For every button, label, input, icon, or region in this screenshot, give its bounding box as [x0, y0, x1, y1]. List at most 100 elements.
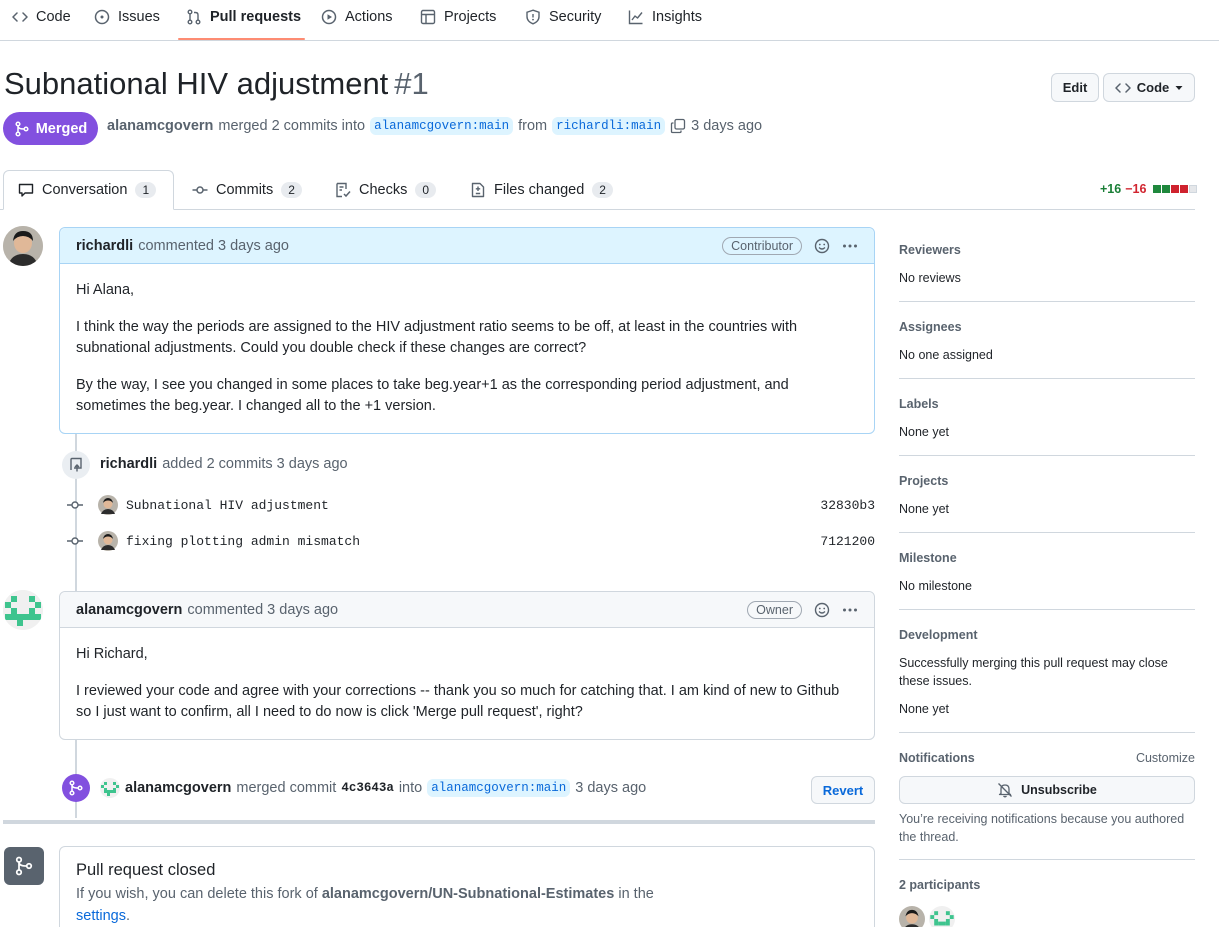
- push-event-icon-circle: [62, 451, 90, 479]
- comment-author[interactable]: alanamcgovern: [76, 602, 182, 618]
- comment-richardli: richardli commented 3 days ago Contribut…: [59, 227, 875, 434]
- sidebar-labels[interactable]: Labels None yet: [899, 397, 1195, 441]
- participants-avatars: [899, 906, 1195, 927]
- merge-event-icon-circle: [62, 774, 90, 802]
- diffstat-blocks: [1153, 185, 1198, 193]
- avatar-small-richardli[interactable]: [98, 495, 118, 515]
- comment-paragraph: By the way, I see you changed in some pl…: [76, 377, 789, 414]
- merge-into-text: into: [398, 780, 423, 796]
- closed-icon-box: [4, 847, 44, 885]
- tab-conversation-count: 1: [135, 182, 157, 198]
- sidebar-value: None yet: [899, 425, 950, 439]
- commit-message[interactable]: Subnational HIV adjustment: [126, 498, 329, 513]
- sidebar-development[interactable]: Development Successfully merging this pu…: [899, 628, 1195, 718]
- role-badge: Contributor: [722, 236, 802, 255]
- timeline-divider: [3, 820, 875, 824]
- comment-author[interactable]: richardli: [76, 238, 133, 254]
- nav-pull-requests[interactable]: Pull requests: [186, 0, 301, 34]
- checklist-icon: [336, 182, 351, 198]
- comment-paragraph: Hi Richard,: [76, 646, 148, 662]
- commit-row: fixing plotting admin mismatch 7121200: [66, 530, 875, 552]
- nav-issues[interactable]: Issues: [94, 0, 160, 34]
- sidebar-heading: Notifications: [899, 751, 975, 765]
- nav-pull-requests-label: Pull requests: [210, 9, 302, 25]
- page-title: Subnational HIV adjustment #1: [4, 66, 429, 102]
- repo-nav: Code Issues Pull requests Actions Projec…: [0, 0, 1219, 41]
- tab-commits[interactable]: Commits 2: [192, 170, 302, 210]
- kebab-horizontal-icon[interactable]: [842, 602, 858, 618]
- commit-sha[interactable]: 32830b3: [820, 498, 875, 513]
- nav-insights[interactable]: Insights: [628, 0, 702, 34]
- tab-files-changed[interactable]: Files changed 2: [470, 170, 613, 210]
- git-commit-icon: [67, 501, 83, 509]
- merged-state-label: Merged: [35, 120, 88, 137]
- merge-author[interactable]: alanamcgovern: [125, 780, 231, 796]
- edit-button[interactable]: Edit: [1051, 73, 1099, 102]
- person-photo-icon: [3, 226, 43, 266]
- participant-avatar-richardli[interactable]: [899, 906, 925, 927]
- tab-conversation[interactable]: Conversation 1: [3, 170, 174, 210]
- sidebar-projects[interactable]: Projects None yet: [899, 474, 1195, 518]
- code-button[interactable]: Code: [1103, 73, 1195, 102]
- identicon-icon: [3, 590, 43, 630]
- base-branch[interactable]: alanamcgovern:main: [370, 117, 514, 135]
- code-icon: [12, 12, 28, 22]
- unsubscribe-button[interactable]: Unsubscribe: [899, 776, 1195, 804]
- avatar-richardli[interactable]: [3, 226, 43, 266]
- pr-author-link[interactable]: alanamcgovern: [107, 118, 213, 134]
- nav-code[interactable]: Code: [12, 0, 71, 34]
- comment-paragraph: I reviewed your code and agree with your…: [76, 683, 840, 720]
- diff-additions: +16: [1100, 182, 1122, 196]
- sidebar-assignees[interactable]: Assignees No one assigned: [899, 320, 1195, 364]
- commit-sha[interactable]: 7121200: [820, 534, 875, 549]
- table-icon: [420, 9, 436, 25]
- pr-time: 3 days ago: [691, 118, 763, 134]
- settings-link[interactable]: settings: [76, 908, 126, 924]
- comment-body: Hi Richard, I reviewed your code and agr…: [60, 628, 874, 739]
- role-badge: Owner: [747, 600, 802, 619]
- kebab-horizontal-icon[interactable]: [842, 238, 858, 254]
- nav-projects-label: Projects: [444, 9, 497, 25]
- tab-checks[interactable]: Checks 0: [335, 170, 437, 210]
- event-action: added 2 commits 3 days ago: [162, 456, 348, 472]
- play-icon: [321, 9, 337, 25]
- sidebar-heading: Reviewers: [899, 243, 961, 257]
- avatar-alanamcgovern[interactable]: [3, 590, 43, 630]
- head-branch[interactable]: richardli:main: [552, 117, 666, 135]
- nav-actions[interactable]: Actions: [321, 0, 393, 34]
- event-author[interactable]: richardli: [100, 456, 157, 472]
- sidebar-reviewers[interactable]: Reviewers No reviews: [899, 243, 1195, 287]
- merge-target-branch[interactable]: alanamcgovern:main: [427, 779, 571, 797]
- pr-merge-text: merged 2 commits into: [218, 118, 366, 134]
- merge-commit-sha[interactable]: 4c3643a: [341, 781, 394, 795]
- smiley-icon[interactable]: [814, 238, 830, 254]
- sidebar-heading: Assignees: [899, 320, 962, 334]
- commits-event-text: richardli added 2 commits 3 days ago: [100, 456, 348, 472]
- avatar-small-richardli[interactable]: [98, 531, 118, 551]
- identicon-small-icon[interactable]: [100, 778, 120, 798]
- file-diff-icon: [471, 182, 485, 198]
- sidebar-divider: [899, 378, 1195, 379]
- smiley-icon[interactable]: [814, 602, 830, 618]
- diffstat-block-add: [1153, 185, 1162, 193]
- sidebar-heading: Development: [899, 628, 978, 642]
- pr-from-text: from: [518, 118, 548, 134]
- nav-insights-label: Insights: [652, 9, 702, 25]
- customize-link[interactable]: Customize: [1136, 751, 1195, 765]
- comment-paragraph: Hi Alana,: [76, 282, 135, 298]
- sidebar-heading: Milestone: [899, 551, 957, 565]
- commit-message[interactable]: fixing plotting admin mismatch: [126, 534, 360, 549]
- sidebar-milestone[interactable]: Milestone No milestone: [899, 551, 1195, 595]
- participant-avatar-alanamcgovern[interactable]: [929, 906, 955, 927]
- git-commit-icon: [67, 537, 83, 545]
- diffstat: +16 −16: [1100, 182, 1198, 196]
- nav-projects[interactable]: Projects: [420, 0, 496, 34]
- diffstat-block-del: [1171, 185, 1180, 193]
- revert-button[interactable]: Revert: [811, 776, 875, 804]
- pr-title: Subnational HIV adjustment: [4, 66, 389, 101]
- sidebar-heading: Projects: [899, 474, 949, 488]
- merge-icon: [15, 120, 29, 137]
- nav-security[interactable]: Security: [525, 0, 601, 34]
- copy-icon[interactable]: [670, 118, 686, 134]
- edit-button-label: Edit: [1062, 80, 1088, 95]
